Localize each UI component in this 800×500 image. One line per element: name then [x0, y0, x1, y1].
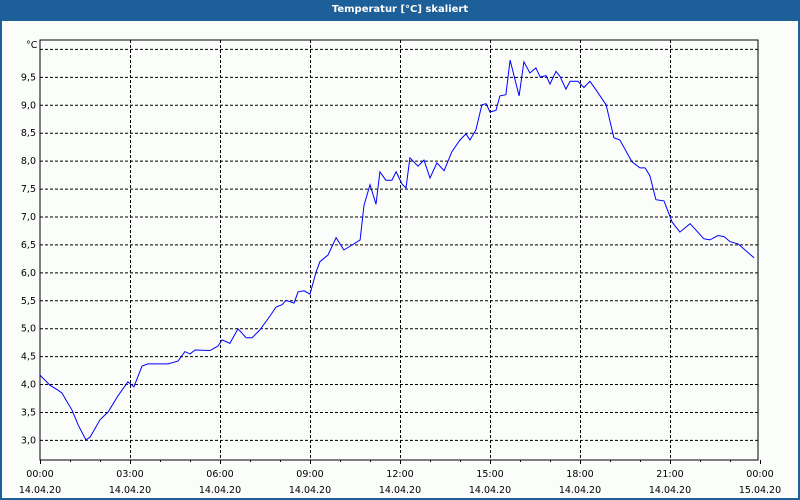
- x-tick-date-label: 14.04.20: [379, 485, 421, 496]
- x-tick-date-label: 14.04.20: [19, 485, 61, 496]
- x-tick-time-label: 09:00: [296, 469, 323, 480]
- x-tick-date-label: 14.04.20: [199, 485, 241, 496]
- x-tick-date-label: 15.04.20: [739, 485, 781, 496]
- x-tick-time-label: 15:00: [476, 469, 503, 480]
- y-tick-label: 9,5: [21, 72, 36, 83]
- y-tick-label: 4,5: [21, 352, 36, 363]
- y-tick-label: 7,5: [21, 184, 36, 195]
- plot-area-border: [39, 39, 759, 461]
- y-tick-labels: 3,0 3,5 4,0 4,5 5,0 5,5 6,0 6,5 7,0 7,5 8,0 8,5 9,0 9…: [21, 72, 36, 446]
- temperature-series-line: [39, 59, 755, 441]
- y-tick-label: 6,0: [21, 268, 36, 279]
- x-tick-time-label: 00:00: [26, 469, 53, 480]
- y-axis-unit-label: °C: [26, 40, 38, 51]
- temperature-chart: °C 3,0 3,5 4,0 4,5 5,0 5,5 6,0 6,5 7,0 7,5 8,0 8,5 9…: [19, 39, 781, 496]
- y-tick-label: 3,0: [21, 435, 36, 446]
- y-tick-label: 9,0: [21, 100, 36, 111]
- x-tick-date-label: 14.04.20: [109, 485, 151, 496]
- x-tick-date-label: 14.04.20: [469, 485, 511, 496]
- y-tick-label: 8,0: [21, 156, 36, 167]
- x-tick-time-label: 18:00: [566, 469, 593, 480]
- x-tick-date-label: 14.04.20: [559, 485, 601, 496]
- y-tick-label: 8,5: [21, 128, 36, 139]
- y-tick-label: 4,0: [21, 380, 36, 391]
- y-tick-label: 5,0: [21, 324, 36, 335]
- grid: [40, 40, 761, 464]
- x-tick-time-label: 03:00: [116, 469, 143, 480]
- x-tick-date-label: 14.04.20: [649, 485, 691, 496]
- y-tick-label: 6,5: [21, 240, 36, 251]
- x-tick-labels: 00:00 14.04.20 03:00 14.04.20 06:00 14.04.20 0…: [19, 469, 781, 496]
- x-tick-date-label: 14.04.20: [289, 485, 331, 496]
- x-tick-time-label: 06:00: [206, 469, 233, 480]
- y-tick-label: 7,0: [21, 212, 36, 223]
- y-tick-label: 5,5: [21, 296, 36, 307]
- y-tick-label: 3,5: [21, 407, 36, 418]
- x-tick-time-label: 12:00: [386, 469, 413, 480]
- x-tick-time-label: 21:00: [656, 469, 683, 480]
- x-tick-time-label: 00:00: [746, 469, 773, 480]
